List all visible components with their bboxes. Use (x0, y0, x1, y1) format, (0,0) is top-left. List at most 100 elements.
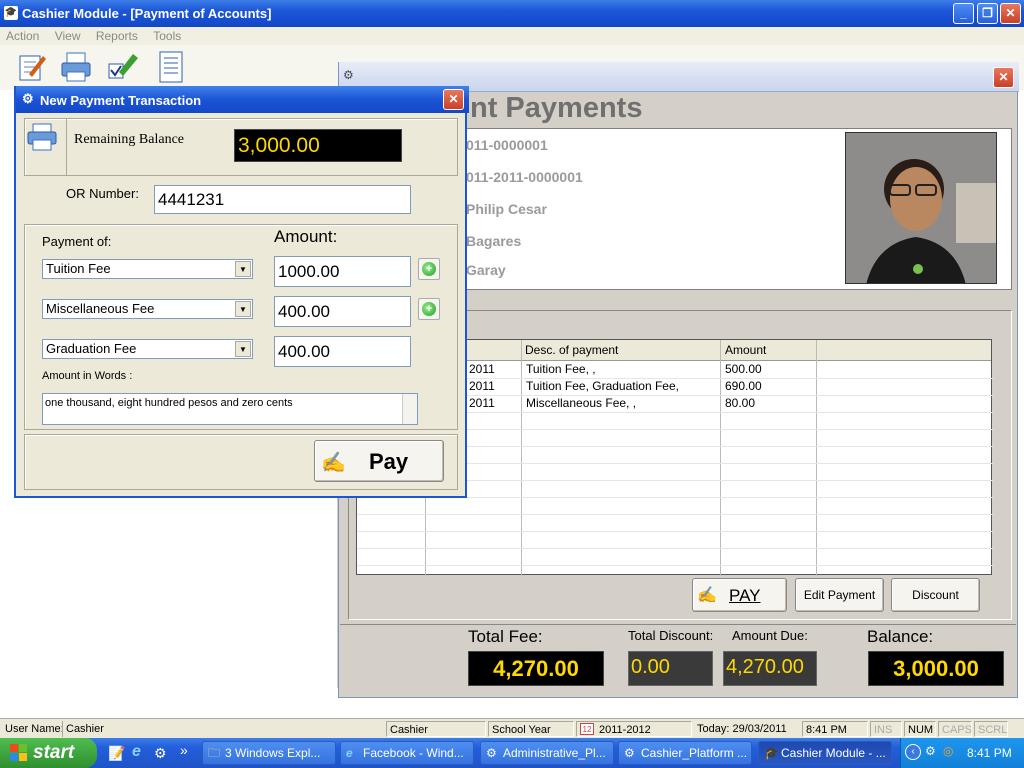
printer-icon (61, 52, 91, 82)
total-fee-label: Total Fee: (468, 627, 543, 646)
grid-row-line (357, 548, 993, 549)
start-button[interactable]: start (0, 738, 97, 768)
pay-button-main[interactable]: ✍ PAY (692, 578, 787, 612)
remaining-balance-value: 3,000.00 (234, 129, 402, 162)
grid-row-line (357, 531, 993, 532)
amount-due-value: 4,270.00 (723, 651, 817, 686)
amount-input-3[interactable] (274, 336, 411, 367)
menu-tools[interactable]: Tools (153, 29, 181, 43)
tray-clock: 8:41 PM (967, 746, 1012, 760)
user-name-label: User Name: (5, 723, 64, 735)
task-cashier-platform[interactable]: ⚙ Cashier_Platform ... (618, 741, 752, 765)
balance-label: Balance: (867, 627, 934, 646)
row-amount[interactable]: 690.00 (721, 378, 816, 395)
payments-close-button[interactable]: ✕ (993, 67, 1014, 88)
task-label: Cashier Module - ... (781, 746, 886, 760)
balance-value: 3,000.00 (868, 651, 1004, 686)
total-discount-value: 0.00 (628, 651, 713, 686)
chevron-down-icon[interactable]: ▼ (235, 341, 251, 357)
fee-select-2-value: Miscellaneous Fee (46, 301, 155, 316)
status-time: 8:41 PM (802, 721, 868, 737)
minimize-button[interactable]: _ (953, 3, 974, 24)
pay-button-dialog[interactable]: ✍ Pay (314, 440, 444, 482)
task-facebook[interactable]: e Facebook - Wind... (340, 741, 474, 765)
task-windows-explorer[interactable]: 🗀 3 Windows Expl... (202, 741, 336, 765)
menu-bar: Action View Reports Tools (0, 27, 1024, 45)
fee-select-3[interactable]: Graduation Fee ▼ (42, 339, 253, 359)
row-desc[interactable]: Miscellaneous Fee, , (522, 395, 720, 412)
window-icon: ⚙ (343, 68, 354, 82)
edit-document-button[interactable] (14, 49, 48, 85)
maximize-button[interactable]: ❐ (977, 3, 998, 24)
amount-input-2[interactable] (274, 296, 411, 327)
total-discount-label: Total Discount: (628, 628, 714, 643)
close-button[interactable]: ✕ (1000, 3, 1021, 24)
school-year-value: 2011-2012 (599, 724, 651, 736)
report-list-icon (159, 51, 183, 83)
edit-payment-button[interactable]: Edit Payment (795, 578, 884, 612)
task-administrative[interactable]: ⚙ Administrative_Pl... (480, 741, 614, 765)
approve-button[interactable] (104, 49, 138, 85)
fee-select-3-value: Graduation Fee (46, 341, 137, 356)
row-amount[interactable]: 80.00 (721, 395, 816, 412)
windows-logo-icon (10, 744, 28, 762)
status-user: User Name: Cashier (2, 721, 386, 737)
row-amount[interactable]: 500.00 (721, 361, 816, 378)
payments-heading: nt Payments (470, 92, 643, 124)
status-school-year-label: School Year (488, 721, 574, 737)
row-desc[interactable]: Tuition Fee, Graduation Fee, (522, 378, 720, 395)
notepad-quicklaunch-icon[interactable]: 📝 (108, 745, 125, 762)
menu-action[interactable]: Action (6, 29, 39, 43)
dialog-close-button[interactable]: ✕ (443, 89, 464, 110)
amount-words-textarea[interactable]: one thousand, eight hundred pesos and ze… (42, 393, 418, 425)
textarea-scrollbar[interactable] (402, 394, 417, 424)
add-row-button-1[interactable]: + (418, 258, 440, 280)
menu-view[interactable]: View (55, 29, 81, 43)
quicklaunch-chevron[interactable]: » (180, 742, 188, 758)
status-caps: CAPS (938, 721, 972, 737)
grid-row-line (357, 514, 993, 515)
tray-app-icon[interactable]: ⚙ (925, 744, 936, 758)
student-id: 011-0000001 (466, 137, 548, 153)
task-label: Facebook - Wind... (363, 746, 464, 760)
chevron-down-icon[interactable]: ▼ (235, 261, 251, 277)
discount-button[interactable]: Discount (891, 578, 980, 612)
new-payment-dialog: ⚙ New Payment Transaction ✕ Remaining Ba… (14, 86, 469, 498)
add-row-button-2[interactable]: + (418, 298, 440, 320)
status-bar: User Name: Cashier Cashier School Year 1… (0, 718, 1024, 738)
tray-browser-icon[interactable]: ◎ (943, 744, 953, 758)
add-circle-icon: + (422, 262, 436, 276)
task-label: Administrative_Pl... (503, 746, 606, 760)
calendar-icon: 12 (580, 723, 594, 735)
grid-row-line (357, 565, 993, 566)
report-button[interactable] (154, 49, 188, 85)
row-date[interactable]: 2011 (465, 378, 521, 395)
add-circle-icon: + (422, 302, 436, 316)
user-name-value: Cashier (62, 721, 386, 737)
pay-hand-icon: ✍ (321, 452, 346, 474)
remaining-balance-label: Remaining Balance (74, 132, 185, 147)
row-date[interactable]: 2011 (465, 395, 521, 412)
chevron-down-icon[interactable]: ▼ (235, 301, 251, 317)
app-quicklaunch-icon[interactable]: ⚙ (154, 745, 167, 762)
grid-header-desc[interactable]: Desc. of payment (521, 342, 720, 359)
task-cashier-module[interactable]: 🎓 Cashier Module - ... (758, 741, 892, 765)
status-num: NUM (904, 721, 936, 737)
row-desc[interactable]: Tuition Fee, , (522, 361, 720, 378)
student-photo (845, 132, 997, 284)
dialog-title: New Payment Transaction (40, 93, 202, 108)
or-number-input[interactable] (154, 185, 411, 214)
fee-select-2[interactable]: Miscellaneous Fee ▼ (42, 299, 253, 319)
row-date[interactable]: 2011 (465, 361, 521, 378)
grid-header-amount[interactable]: Amount (721, 342, 816, 359)
amount-input-1[interactable] (274, 256, 411, 287)
menu-reports[interactable]: Reports (96, 29, 138, 43)
ie-quicklaunch-icon[interactable]: e (132, 743, 141, 761)
fee-select-1-value: Tuition Fee (46, 261, 111, 276)
fee-select-1[interactable]: Tuition Fee ▼ (42, 259, 253, 279)
middle-name: Garay (466, 262, 506, 278)
tray-expand-icon[interactable]: ‹ (905, 744, 921, 760)
payment-of-label: Payment of: (42, 234, 112, 249)
status-school-year: 12 2011-2012 (576, 721, 692, 737)
print-button[interactable] (58, 49, 92, 85)
